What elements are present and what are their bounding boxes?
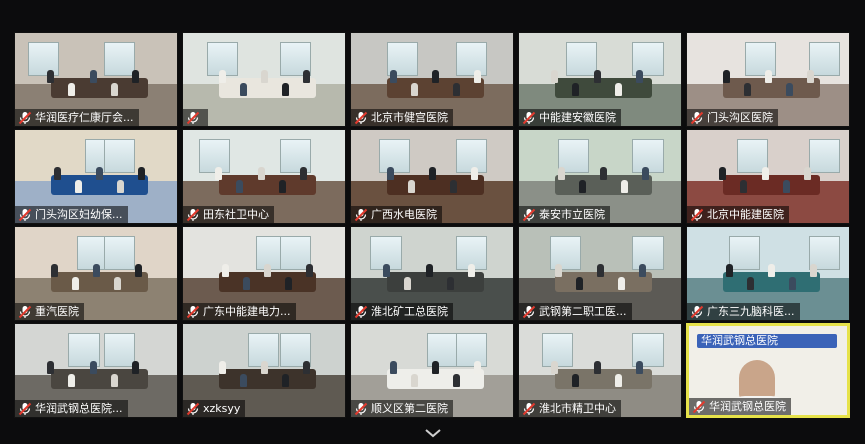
mic-muted-icon xyxy=(186,111,200,124)
participant-label: 华润医疗仁康厅会... xyxy=(15,109,139,126)
participant-label: 华润武钢总医院 xyxy=(689,398,791,415)
participant-name: 中能建安徽医院 xyxy=(539,111,616,124)
video-grid: 华润医疗仁康厅会... 北京市健宫医院 中能建安徽医院 门头沟区医院 门头沟区妇… xyxy=(14,32,864,420)
participant-tile[interactable]: 重汽医院 xyxy=(14,226,178,321)
chevron-down-icon[interactable] xyxy=(423,426,443,440)
mic-muted-icon xyxy=(522,402,536,415)
participant-label: 北京中能建医院 xyxy=(687,206,789,223)
mic-muted-icon xyxy=(522,305,536,318)
participant-name: 北京市健宫医院 xyxy=(371,111,448,124)
participant-name: 武钢第二职工医... xyxy=(539,305,627,318)
participant-tile[interactable]: 北京中能建医院 xyxy=(686,129,850,224)
mic-muted-icon xyxy=(690,208,704,221)
participant-tile[interactable]: 北京市健宫医院 xyxy=(350,32,514,127)
participant-name: 广东中能建电力... xyxy=(203,305,291,318)
mic-muted-icon xyxy=(690,305,704,318)
participant-name: xzksyy xyxy=(203,402,241,415)
participant-name: 田东社卫中心 xyxy=(203,208,269,221)
participant-label: 广西水电医院 xyxy=(351,206,442,223)
participant-tile[interactable]: 华润武钢总医院 华润武钢总医院 xyxy=(686,323,850,418)
hospital-banner-text: 华润武钢总医院 xyxy=(701,334,778,347)
participant-tile[interactable]: 华润武钢总医院... xyxy=(14,323,178,418)
mic-muted-icon xyxy=(354,208,368,221)
mic-muted-icon xyxy=(522,208,536,221)
mic-muted-icon xyxy=(522,111,536,124)
participant-label: 广东中能建电力... xyxy=(183,303,296,320)
mic-muted-icon xyxy=(18,305,32,318)
participant-label: 武钢第二职工医... xyxy=(519,303,632,320)
participant-label: xzksyy xyxy=(183,400,246,417)
participant-tile[interactable]: 广西水电医院 xyxy=(350,129,514,224)
mic-muted-icon xyxy=(186,402,200,415)
participant-tile[interactable]: 广东中能建电力... xyxy=(182,226,346,321)
participant-tile[interactable]: 武钢第二职工医... xyxy=(518,226,682,321)
participant-tile[interactable]: 门头沟区妇幼保... xyxy=(14,129,178,224)
participant-tile[interactable]: 华润医疗仁康厅会... xyxy=(14,32,178,127)
participant-name: 华润武钢总医院... xyxy=(35,402,123,415)
mic-muted-icon xyxy=(354,111,368,124)
participant-label: 北京市健宫医院 xyxy=(351,109,453,126)
participant-tile[interactable] xyxy=(182,32,346,127)
participant-name: 北京中能建医院 xyxy=(707,208,784,221)
participant-tile[interactable]: xzksyy xyxy=(182,323,346,418)
participant-label: 淮北矿工总医院 xyxy=(351,303,453,320)
participant-name: 顺义区第二医院 xyxy=(371,402,448,415)
participant-name: 华润武钢总医院 xyxy=(709,400,786,413)
mic-muted-icon xyxy=(690,111,704,124)
participant-label: 中能建安徽医院 xyxy=(519,109,621,126)
participant-label: 华润武钢总医院... xyxy=(15,400,128,417)
participant-tile[interactable]: 广东三九脑科医... xyxy=(686,226,850,321)
mic-muted-icon xyxy=(354,402,368,415)
participant-name: 广西水电医院 xyxy=(371,208,437,221)
participant-label: 门头沟区医院 xyxy=(687,109,778,126)
participant-name: 门头沟区医院 xyxy=(707,111,773,124)
participant-tile[interactable]: 泰安市立医院 xyxy=(518,129,682,224)
participant-label: 顺义区第二医院 xyxy=(351,400,453,417)
participant-label: 门头沟区妇幼保... xyxy=(15,206,128,223)
participant-name: 淮北市精卫中心 xyxy=(539,402,616,415)
participant-name: 华润医疗仁康厅会... xyxy=(35,111,134,124)
participant-name: 广东三九脑科医... xyxy=(707,305,795,318)
participant-label: 淮北市精卫中心 xyxy=(519,400,621,417)
participant-name: 门头沟区妇幼保... xyxy=(35,208,123,221)
participant-tile[interactable]: 中能建安徽医院 xyxy=(518,32,682,127)
participant-tile[interactable]: 门头沟区医院 xyxy=(686,32,850,127)
participant-label xyxy=(183,109,208,126)
participant-label: 田东社卫中心 xyxy=(183,206,274,223)
participant-tile[interactable]: 田东社卫中心 xyxy=(182,129,346,224)
participant-tile[interactable]: 顺义区第二医院 xyxy=(350,323,514,418)
participant-label: 泰安市立医院 xyxy=(519,206,610,223)
participant-label: 广东三九脑科医... xyxy=(687,303,800,320)
mic-muted-icon xyxy=(18,208,32,221)
participant-name: 泰安市立医院 xyxy=(539,208,605,221)
mic-muted-icon xyxy=(186,208,200,221)
participant-name: 重汽医院 xyxy=(35,305,79,318)
participant-label: 重汽医院 xyxy=(15,303,84,320)
participant-tile[interactable]: 淮北矿工总医院 xyxy=(350,226,514,321)
participant-tile[interactable]: 淮北市精卫中心 xyxy=(518,323,682,418)
mic-muted-icon xyxy=(18,111,32,124)
mic-muted-icon xyxy=(692,400,706,413)
mic-muted-icon xyxy=(18,402,32,415)
mic-muted-icon xyxy=(354,305,368,318)
participant-name: 淮北矿工总医院 xyxy=(371,305,448,318)
mic-muted-icon xyxy=(186,305,200,318)
